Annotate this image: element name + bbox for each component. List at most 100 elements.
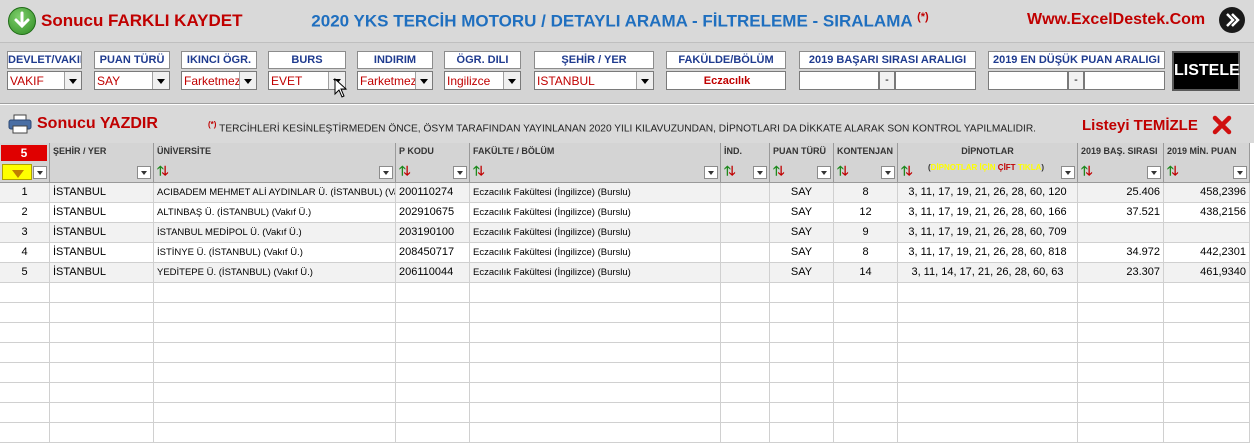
cell-no[interactable]: 4 — [0, 243, 50, 263]
basari-sirasi-to-input[interactable] — [895, 71, 976, 90]
cell-basari[interactable] — [1078, 323, 1164, 343]
sort-updown-icon[interactable]: 🡑🡓 — [724, 162, 735, 184]
cell-dipnotlar[interactable] — [898, 403, 1078, 423]
cell-no[interactable] — [0, 343, 50, 363]
cell-puan[interactable]: SAY — [770, 263, 834, 283]
cell-basari[interactable] — [1078, 403, 1164, 423]
sort-updown-icon[interactable]: 🡑🡓 — [837, 162, 848, 184]
cell-fakulte[interactable] — [470, 283, 721, 303]
filter-dropdown-button[interactable] — [1233, 166, 1247, 179]
cell-min-puan[interactable] — [1164, 303, 1250, 323]
cell-dipnotlar[interactable] — [898, 423, 1078, 443]
dusuk-puan-to-input[interactable] — [1084, 71, 1165, 90]
filter-ikinci-ogr-select[interactable]: Farketmez — [181, 71, 257, 90]
chevron-down-icon[interactable] — [636, 72, 653, 89]
cell-min-puan[interactable]: 461,9340 — [1164, 263, 1250, 283]
cell-ind[interactable] — [721, 403, 770, 423]
cell-puan[interactable]: SAY — [770, 223, 834, 243]
cell-min-puan[interactable]: 442,2301 — [1164, 243, 1250, 263]
cell-sehir[interactable]: İSTANBUL — [50, 203, 154, 223]
sort-updown-icon[interactable]: 🡑🡓 — [773, 162, 784, 184]
cell-no[interactable] — [0, 383, 50, 403]
cell-fakulte[interactable]: Eczacılık Fakültesi (İngilizce) (Burslu) — [470, 203, 721, 223]
cell-kontenjan[interactable]: 8 — [834, 183, 898, 203]
cell-basari[interactable]: 25.406 — [1078, 183, 1164, 203]
cell-dipnotlar[interactable]: 3, 11, 17, 19, 21, 26, 28, 60, 120 — [898, 183, 1078, 203]
cell-basari[interactable] — [1078, 383, 1164, 403]
cell-pkodu[interactable] — [396, 283, 470, 303]
print-button[interactable]: Sonucu YAZDIR — [8, 114, 158, 134]
cell-min-puan[interactable] — [1164, 423, 1250, 443]
cell-fakulte[interactable] — [470, 423, 721, 443]
filter-dropdown-button[interactable] — [453, 166, 467, 179]
cell-sehir[interactable]: İSTANBUL — [50, 263, 154, 283]
sort-updown-icon[interactable]: 🡑🡓 — [399, 162, 410, 184]
cell-min-puan[interactable] — [1164, 283, 1250, 303]
circle-arrow-icon[interactable] — [1219, 7, 1245, 33]
cell-basari[interactable] — [1078, 343, 1164, 363]
cell-kontenjan[interactable] — [834, 323, 898, 343]
cell-no[interactable] — [0, 303, 50, 323]
filter-dropdown-button[interactable] — [1061, 166, 1075, 179]
cell-puan[interactable] — [770, 343, 834, 363]
filter-indirim-select[interactable]: Farketmez — [357, 71, 433, 90]
cell-puan[interactable] — [770, 363, 834, 383]
cell-min-puan[interactable]: 458,2396 — [1164, 183, 1250, 203]
filter-dropdown-button[interactable] — [753, 166, 767, 179]
filter-dropdown-button[interactable] — [881, 166, 895, 179]
cell-kontenjan[interactable]: 12 — [834, 203, 898, 223]
clear-list-button[interactable]: Listeyi TEMİZLE — [1082, 115, 1232, 135]
cell-ind[interactable] — [721, 263, 770, 283]
cell-fakulte[interactable]: Eczacılık Fakültesi (İngilizce) (Burslu) — [470, 263, 721, 283]
cell-no[interactable]: 1 — [0, 183, 50, 203]
cell-no[interactable]: 3 — [0, 223, 50, 243]
cell-no[interactable]: 5 — [0, 263, 50, 283]
cell-puan[interactable] — [770, 383, 834, 403]
cell-dipnotlar[interactable]: 3, 11, 17, 19, 21, 26, 28, 60, 709 — [898, 223, 1078, 243]
cell-universite[interactable]: ALTINBAŞ Ü. (İSTANBUL) (Vakıf Ü.) — [154, 203, 396, 223]
cell-sehir[interactable]: İSTANBUL — [50, 243, 154, 263]
cell-kontenjan[interactable] — [834, 303, 898, 323]
basari-sirasi-from-input[interactable] — [799, 71, 879, 90]
cell-ind[interactable] — [721, 363, 770, 383]
cell-basari[interactable] — [1078, 363, 1164, 383]
cell-min-puan[interactable] — [1164, 323, 1250, 343]
cell-basari[interactable]: 34.972 — [1078, 243, 1164, 263]
cell-fakulte[interactable] — [470, 363, 721, 383]
cell-no[interactable] — [0, 403, 50, 423]
cell-pkodu[interactable] — [396, 363, 470, 383]
cell-min-puan[interactable] — [1164, 403, 1250, 423]
cell-sehir[interactable] — [50, 423, 154, 443]
filter-dropdown-button[interactable] — [1147, 166, 1161, 179]
sort-updown-icon[interactable]: 🡑🡓 — [1081, 162, 1092, 184]
filter-devlet-vakif-select[interactable]: VAKIF — [7, 71, 82, 90]
cell-universite[interactable] — [154, 283, 396, 303]
cell-kontenjan[interactable]: 8 — [834, 243, 898, 263]
cell-fakulte[interactable]: Eczacılık Fakültesi (İngilizce) (Burslu) — [470, 243, 721, 263]
chevron-down-icon[interactable] — [503, 72, 520, 89]
cell-sehir[interactable] — [50, 343, 154, 363]
cell-pkodu[interactable]: 203190100 — [396, 223, 470, 243]
cell-fakulte[interactable] — [470, 383, 721, 403]
cell-pkodu[interactable]: 206110044 — [396, 263, 470, 283]
cell-dipnotlar[interactable]: 3, 11, 17, 19, 21, 26, 28, 60, 818 — [898, 243, 1078, 263]
chevron-down-icon[interactable] — [64, 72, 81, 89]
cell-ind[interactable] — [721, 303, 770, 323]
cell-pkodu[interactable]: 208450717 — [396, 243, 470, 263]
cell-pkodu[interactable] — [396, 423, 470, 443]
sort-updown-icon[interactable]: 🡑🡓 — [157, 162, 168, 184]
cell-min-puan[interactable]: 438,2156 — [1164, 203, 1250, 223]
cell-pkodu[interactable] — [396, 343, 470, 363]
cell-pkodu[interactable] — [396, 303, 470, 323]
cell-sehir[interactable] — [50, 363, 154, 383]
chevron-down-icon[interactable] — [239, 72, 256, 89]
filter-sehir-select[interactable]: ISTANBUL — [534, 71, 654, 90]
cell-basari[interactable] — [1078, 303, 1164, 323]
cell-no[interactable] — [0, 283, 50, 303]
cell-sehir[interactable]: İSTANBUL — [50, 183, 154, 203]
cell-fakulte[interactable] — [470, 323, 721, 343]
filter-dropdown-button[interactable] — [379, 166, 393, 179]
cell-fakulte[interactable]: Eczacılık Fakültesi (İngilizce) (Burslu) — [470, 223, 721, 243]
cell-puan[interactable]: SAY — [770, 203, 834, 223]
cell-puan[interactable]: SAY — [770, 243, 834, 263]
